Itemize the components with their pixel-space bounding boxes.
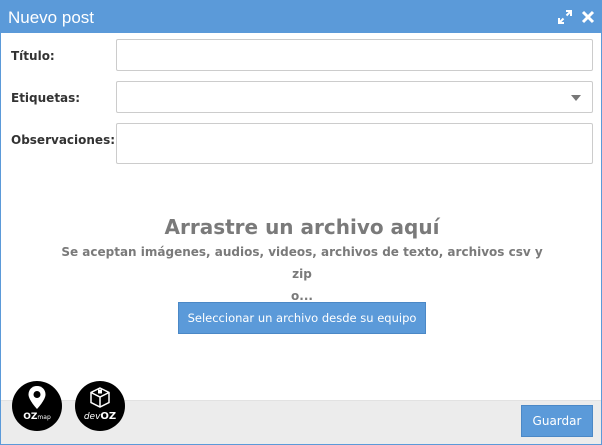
new-post-dialog: Nuevo post Título: Etiquetas: Observacio… (0, 0, 602, 445)
dropzone-accepted-text: Se aceptan imágenes, audios, videos, arc… (56, 241, 548, 307)
or-text: o... (291, 289, 313, 303)
accepted-file-types: Se aceptan imágenes, audios, videos, arc… (61, 245, 543, 281)
select-file-button[interactable]: Seleccionar un archivo desde su equipo (178, 302, 426, 334)
dialog-title: Nuevo post (8, 8, 94, 27)
title-field-label: Título: (11, 49, 55, 63)
devoz-logo-text: devOZ (83, 411, 117, 422)
map-pin-icon (28, 386, 46, 409)
ozmap-logo[interactable]: OZmap (12, 381, 62, 431)
tags-select[interactable] (116, 81, 593, 113)
cube-icon (90, 387, 110, 408)
close-icon[interactable] (581, 10, 595, 24)
dialog-titlebar[interactable]: Nuevo post (1, 1, 601, 33)
dropzone-heading: Arrastre un archivo aquí (164, 215, 440, 239)
expand-icon[interactable] (558, 10, 572, 24)
chevron-down-icon[interactable] (571, 95, 581, 101)
tags-field-label: Etiquetas: (11, 91, 81, 105)
save-button[interactable]: Guardar (521, 405, 593, 437)
title-input[interactable] (116, 39, 593, 71)
notes-field-label: Observaciones: (11, 133, 116, 147)
ozmap-logo-text: OZmap (23, 412, 51, 422)
devoz-logo[interactable]: devOZ (75, 381, 125, 431)
notes-textarea[interactable] (116, 123, 593, 164)
